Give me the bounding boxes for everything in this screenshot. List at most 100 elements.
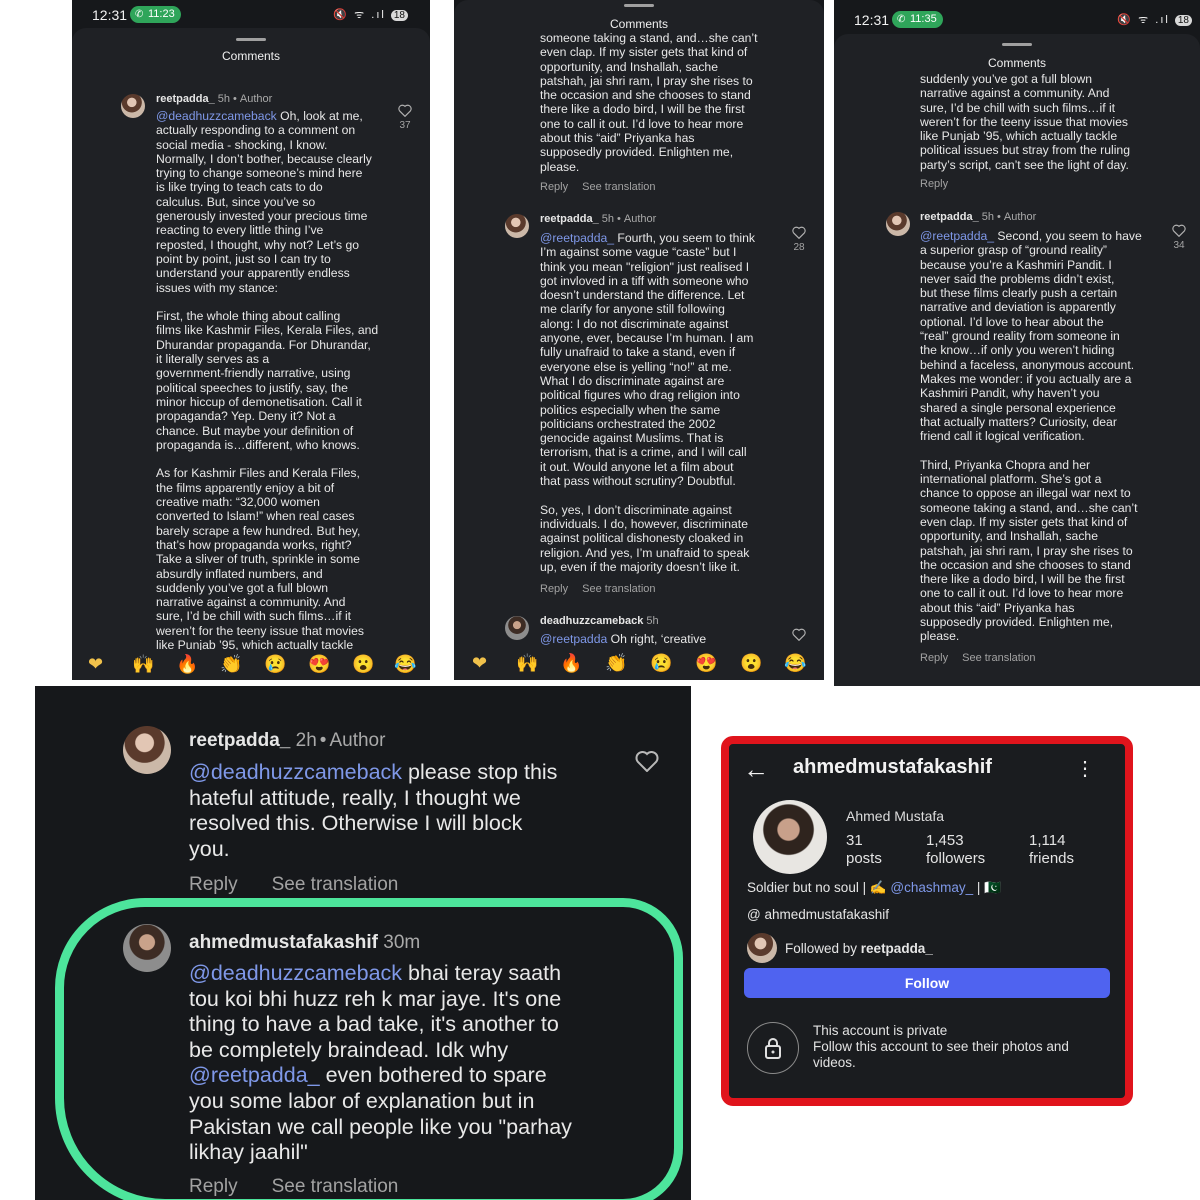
comment-item: reetpadda_ 2h • Author @deadhuzzcameback p…: [35, 686, 691, 1200]
threads-handle: ahmedmustafakashif: [764, 907, 890, 922]
comment-username[interactable]: reetpadda_: [920, 211, 979, 223]
comment-time: 5h: [601, 213, 615, 225]
threads-link[interactable]: @ ahmedmustafakashif: [747, 907, 889, 922]
like-button[interactable]: 34: [1167, 224, 1191, 253]
mention-link[interactable]: @deadhuzzcameback: [189, 961, 402, 985]
see-translation-button[interactable]: See translation: [272, 874, 399, 895]
bio-flag: | 🇵🇰: [973, 880, 1001, 895]
emoji-surprised[interactable]: 😮: [352, 654, 374, 675]
comment-time: 5h: [981, 211, 995, 223]
heart-icon: [1172, 224, 1186, 237]
screenshot-panel-1: 12:31 11:23 🔇 ᯤ .ıl 18 Comments reetpadd…: [72, 0, 430, 680]
follow-button[interactable]: Follow: [744, 968, 1110, 998]
comment-username[interactable]: reetpadda_: [540, 213, 599, 225]
comment-text: @reetpadda Oh right, ‘creative: [540, 632, 800, 646]
emoji-fire[interactable]: 🔥: [560, 653, 582, 674]
posts-count: 31: [846, 832, 863, 849]
avatar[interactable]: [121, 94, 145, 118]
emoji-fire[interactable]: 🔥: [176, 654, 198, 675]
comment-actions: Reply See translation: [540, 582, 670, 596]
emoji-raised-hands[interactable]: 🙌: [132, 654, 154, 675]
mention-link[interactable]: @reetpadda_: [920, 229, 994, 243]
profile-avatar[interactable]: [753, 800, 827, 874]
comment-meta: reetpadda_ 2h • Author: [189, 730, 386, 751]
friends-stat[interactable]: 1,114 friends: [1029, 832, 1074, 868]
profile-name: Ahmed Mustafa: [846, 808, 945, 824]
mention-link[interactable]: @deadhuzzcameback: [156, 109, 277, 123]
posts-stat[interactable]: 31 posts: [846, 832, 882, 868]
back-arrow-icon[interactable]: ←: [743, 754, 769, 785]
emoji-reaction-bar: ❤ 🙌 🔥 👏 😢 😍 😮 😂: [454, 648, 824, 680]
screenshot-panel-3: 12:31 11:35 🔇 ᯤ .ıl 18 Comments suddenly…: [834, 0, 1200, 686]
emoji-laugh[interactable]: 😂: [784, 653, 806, 674]
comment-username[interactable]: ahmedmustafakashif: [189, 932, 378, 953]
comment-meta: reetpadda_ 5h • Author: [156, 93, 273, 105]
comment-body: Oh right, ‘creative: [607, 632, 707, 646]
comment-username[interactable]: deadhuzzcameback: [540, 615, 643, 627]
comment-text-continued: suddenly you’ve got a full blown narrati…: [920, 72, 1130, 172]
avatar[interactable]: [505, 214, 529, 238]
more-options-icon[interactable]: ⋮: [1075, 756, 1095, 781]
emoji-clap[interactable]: 👏: [220, 654, 242, 675]
battery-badge: 18: [1174, 15, 1192, 26]
comment-meta: reetpadda_ 5h • Author: [920, 211, 1037, 223]
see-translation-button[interactable]: See translation: [582, 181, 655, 193]
reply-button[interactable]: Reply: [920, 652, 948, 664]
reply-button[interactable]: Reply: [540, 583, 568, 595]
comment-text-continued: someone taking a stand, and…she can’t ev…: [540, 31, 758, 174]
see-translation-button[interactable]: See translation: [272, 1176, 399, 1197]
avatar[interactable]: [123, 924, 171, 972]
comment-time: 30m: [383, 932, 421, 953]
emoji-heart-eyes[interactable]: 😍: [308, 654, 330, 675]
comment-meta: deadhuzzcameback 5h: [540, 614, 659, 628]
followed-by-text[interactable]: Followed by reetpadda_: [785, 941, 933, 956]
avatar[interactable]: [505, 616, 529, 640]
author-tag: Author: [623, 213, 657, 225]
reply-button[interactable]: Reply: [189, 1176, 238, 1197]
reply-button[interactable]: Reply: [540, 181, 568, 193]
like-button[interactable]: 28: [787, 226, 811, 255]
see-translation-button[interactable]: See translation: [582, 583, 655, 595]
emoji-heart-eyes[interactable]: 😍: [695, 653, 717, 674]
see-translation-button[interactable]: See translation: [962, 652, 1035, 664]
bio-mention-link[interactable]: @chashmay_: [890, 880, 973, 895]
comment-thread: someone taking a stand, and…she can’t ev…: [454, 0, 824, 660]
heart-icon: [635, 751, 659, 772]
comment-time: 5h: [646, 615, 659, 627]
comment-username[interactable]: reetpadda_: [156, 93, 215, 105]
like-count: 37: [399, 120, 411, 131]
comments-sheet: Comments someone taking a stand, and…she…: [454, 0, 824, 680]
mention-link[interactable]: @deadhuzzcameback: [189, 760, 402, 784]
emoji-raised-hands[interactable]: 🙌: [516, 653, 538, 674]
comment-text: @deadhuzzcameback Oh, look at me, actual…: [156, 109, 401, 667]
emoji-heart[interactable]: ❤: [88, 654, 103, 675]
like-button[interactable]: [787, 628, 811, 643]
comment-meta: ahmedmustafakashif 30m: [189, 930, 420, 956]
avatar[interactable]: [123, 726, 171, 774]
heart-icon: [792, 628, 806, 641]
comment-time: 2h: [295, 730, 317, 751]
avatar[interactable]: [886, 212, 910, 236]
emoji-laugh[interactable]: 😂: [394, 654, 416, 675]
call-timer-pill[interactable]: 11:23: [130, 6, 181, 23]
mention-link[interactable]: @reetpadda_: [540, 231, 614, 245]
reply-button[interactable]: Reply: [920, 178, 948, 190]
emoji-heart[interactable]: ❤: [472, 653, 487, 674]
like-button[interactable]: [633, 750, 661, 774]
emoji-cry[interactable]: 😢: [264, 654, 286, 675]
emoji-clap[interactable]: 👏: [605, 653, 627, 674]
mention-link[interactable]: @reetpadda: [540, 632, 607, 646]
comment-text: @reetpadda_ Second, you seem to have a s…: [920, 229, 1182, 644]
mention-link[interactable]: @reetpadda_: [189, 1063, 320, 1087]
reply-button[interactable]: Reply: [189, 874, 238, 895]
call-timer-pill[interactable]: 11:35: [892, 11, 943, 28]
comment-thread: suddenly you’ve got a full blown narrati…: [834, 34, 1200, 686]
comment-username[interactable]: reetpadda_: [189, 730, 290, 751]
status-icons: 🔇 ᯤ .ıl 18: [333, 7, 408, 22]
like-button[interactable]: 37: [393, 104, 417, 133]
heart-icon: [792, 226, 806, 239]
emoji-surprised[interactable]: 😮: [740, 653, 762, 674]
emoji-cry[interactable]: 😢: [650, 653, 672, 674]
followers-stat[interactable]: 1,453 followers: [926, 832, 985, 868]
lock-icon: [765, 1038, 781, 1059]
